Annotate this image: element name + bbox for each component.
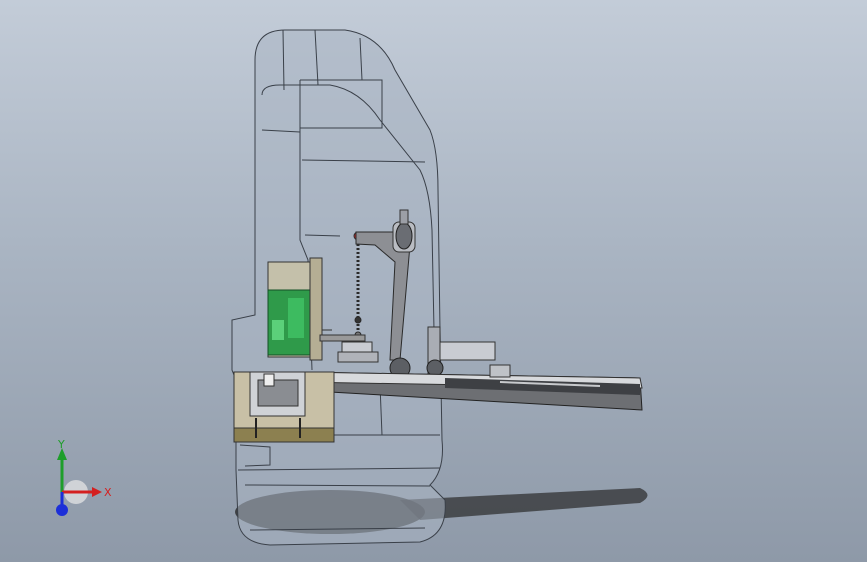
y-axis-label: Y xyxy=(57,440,65,451)
base-block[interactable] xyxy=(233,371,335,443)
machine-3d-model[interactable] xyxy=(0,0,867,562)
x-axis-arrowhead xyxy=(92,487,102,497)
housing-shell xyxy=(231,29,446,546)
cad-viewport[interactable]: X Y xyxy=(0,0,867,562)
motor-assembly[interactable] xyxy=(267,257,332,361)
x-axis-label: X xyxy=(104,486,112,499)
axis-triad: X Y xyxy=(56,440,112,516)
